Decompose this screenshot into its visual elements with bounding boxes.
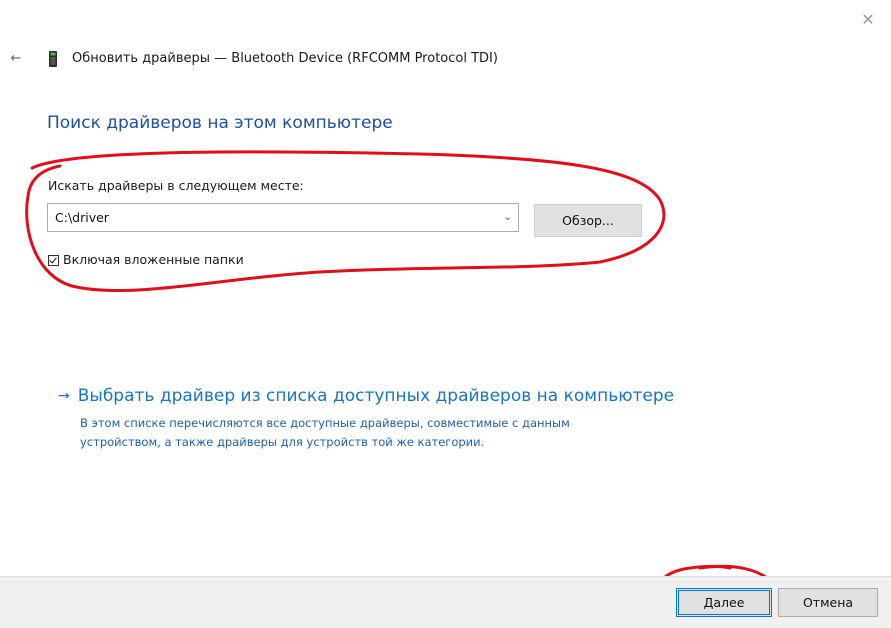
next-button[interactable]: Далее bbox=[676, 588, 772, 617]
include-subfolders-option[interactable]: Включая вложенные папки bbox=[48, 251, 244, 269]
search-location-label: Искать драйверы в следующем месте: bbox=[48, 178, 304, 193]
back-arrow-icon[interactable]: ← bbox=[6, 49, 26, 69]
include-subfolders-label[interactable]: Включая вложенные папки bbox=[63, 251, 244, 269]
choose-from-list-description: В этом списке перечисляются все доступны… bbox=[80, 416, 570, 449]
choose-from-list-link[interactable]: → Выбрать драйвер из списка доступных др… bbox=[58, 385, 674, 407]
choose-from-list-label[interactable]: Выбрать драйвер из списка доступных драй… bbox=[78, 385, 674, 407]
include-subfolders-checkbox[interactable] bbox=[48, 254, 59, 266]
cancel-button[interactable]: Отмена bbox=[778, 588, 878, 617]
bluetooth-device-icon bbox=[49, 51, 57, 67]
arrow-right-icon: → bbox=[58, 388, 70, 404]
annotation-overlay bbox=[25, 150, 781, 628]
driver-path-value[interactable]: C:\driver bbox=[55, 209, 109, 227]
browse-button[interactable]: Обзор... bbox=[534, 204, 642, 237]
window-title: Обновить драйверы — Bluetooth Device (RF… bbox=[72, 51, 498, 66]
page-heading: Поиск драйверов на этом компьютере bbox=[47, 113, 393, 133]
chevron-down-icon[interactable]: ⌄ bbox=[504, 209, 512, 227]
close-icon[interactable]: ✕ bbox=[856, 10, 880, 30]
driver-path-combobox[interactable]: C:\driver ⌄ bbox=[47, 203, 519, 232]
